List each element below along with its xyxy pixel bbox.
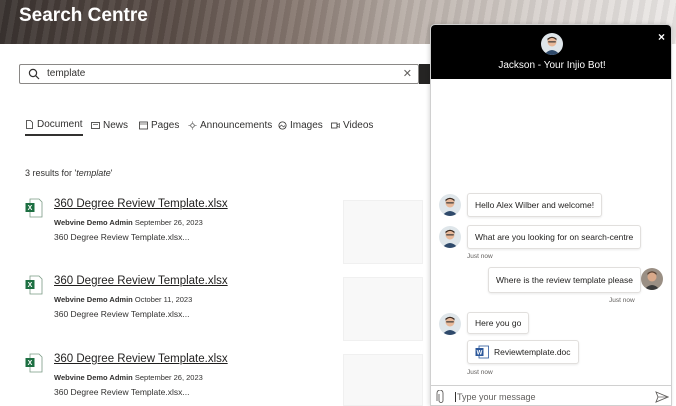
result-thumbnail[interactable] — [343, 200, 423, 264]
svg-text:X: X — [28, 360, 33, 367]
result-snippet: 360 Degree Review Template.xlsx... — [54, 232, 190, 242]
search-centre-page: Search Centre template ✕ Document News P… — [0, 0, 676, 406]
bot-avatar — [439, 226, 461, 248]
user-avatar — [641, 268, 663, 290]
clear-icon[interactable]: ✕ — [403, 67, 412, 80]
tab-document[interactable]: Document — [25, 114, 83, 136]
news-icon — [91, 121, 100, 129]
images-icon — [278, 121, 287, 129]
message-timestamp: Just now — [609, 297, 635, 304]
chat-message-bot: Here you go — [467, 312, 530, 334]
chat-input[interactable]: Type your message — [431, 385, 671, 405]
bot-avatar — [541, 33, 563, 55]
paperclip-icon[interactable] — [436, 390, 446, 404]
chat-message-bot: Hello Alex Wilber and welcome! — [467, 193, 603, 217]
excel-file-icon: X — [25, 353, 43, 373]
result-item: X 360 Degree Review Template.xlsx Webvin… — [25, 198, 345, 258]
tab-images[interactable]: Images — [278, 114, 323, 136]
result-snippet: 360 Degree Review Template.xlsx... — [54, 387, 190, 397]
tab-label: Videos — [343, 119, 374, 131]
svg-text:X: X — [28, 282, 33, 289]
chat-title: Jackson - Your Injio Bot! — [498, 60, 606, 71]
result-item: X 360 Degree Review Template.xlsx Webvin… — [25, 353, 345, 406]
excel-file-icon: X — [25, 198, 43, 218]
result-thumbnail[interactable] — [343, 354, 423, 406]
tab-announcements[interactable]: Announcements — [188, 114, 272, 136]
tab-label: Pages — [151, 119, 180, 131]
send-icon[interactable] — [655, 390, 669, 404]
attachment-name: Reviewtemplate.doc — [494, 347, 571, 357]
tab-label: Document — [37, 118, 83, 130]
result-meta: Webvine Demo Admin October 11, 2023 — [54, 295, 193, 304]
result-title-link[interactable]: 360 Degree Review Template.xlsx — [54, 275, 228, 287]
search-query: template — [47, 68, 86, 79]
document-icon — [26, 119, 33, 129]
search-icon — [28, 68, 40, 80]
results-count: 3 results for 'template' — [25, 168, 113, 178]
message-timestamp: Just now — [467, 369, 493, 376]
svg-text:W: W — [477, 351, 483, 357]
tab-label: Images — [290, 119, 323, 131]
chatbot-panel: Jackson - Your Injio Bot! × Hello Alex W… — [430, 24, 672, 406]
search-input[interactable]: template ✕ — [19, 64, 419, 84]
tab-pages[interactable]: Pages — [139, 114, 179, 136]
result-title-link[interactable]: 360 Degree Review Template.xlsx — [54, 353, 228, 365]
bot-avatar — [439, 194, 461, 216]
tab-news[interactable]: News — [91, 114, 128, 136]
close-icon[interactable]: × — [658, 30, 665, 44]
message-timestamp: Just now — [467, 253, 493, 260]
page-title: Search Centre — [19, 5, 148, 26]
result-title-link[interactable]: 360 Degree Review Template.xlsx — [54, 198, 228, 210]
chat-attachment[interactable]: W Reviewtemplate.doc — [467, 340, 579, 364]
pages-icon — [139, 121, 148, 129]
word-file-icon: W — [475, 345, 489, 359]
bot-avatar — [439, 313, 461, 335]
chat-input-placeholder: Type your message — [455, 392, 536, 402]
chat-header: Jackson - Your Injio Bot! × — [431, 25, 671, 79]
result-meta: Webvine Demo Admin September 26, 2023 — [54, 218, 203, 227]
chat-message-bot: What are you looking for on search-centr… — [467, 225, 642, 249]
result-snippet: 360 Degree Review Template.xlsx... — [54, 309, 190, 319]
tab-label: Announcements — [200, 119, 273, 131]
result-meta: Webvine Demo Admin September 26, 2023 — [54, 373, 203, 382]
tab-label: News — [103, 119, 129, 131]
announcements-icon — [188, 121, 197, 129]
result-thumbnail[interactable] — [343, 277, 423, 341]
excel-file-icon: X — [25, 275, 43, 295]
svg-text:X: X — [28, 205, 33, 212]
tab-videos[interactable]: Videos — [331, 114, 373, 136]
chat-message-user: Where is the review template please — [488, 267, 642, 293]
videos-icon — [331, 122, 340, 128]
result-item: X 360 Degree Review Template.xlsx Webvin… — [25, 275, 345, 335]
